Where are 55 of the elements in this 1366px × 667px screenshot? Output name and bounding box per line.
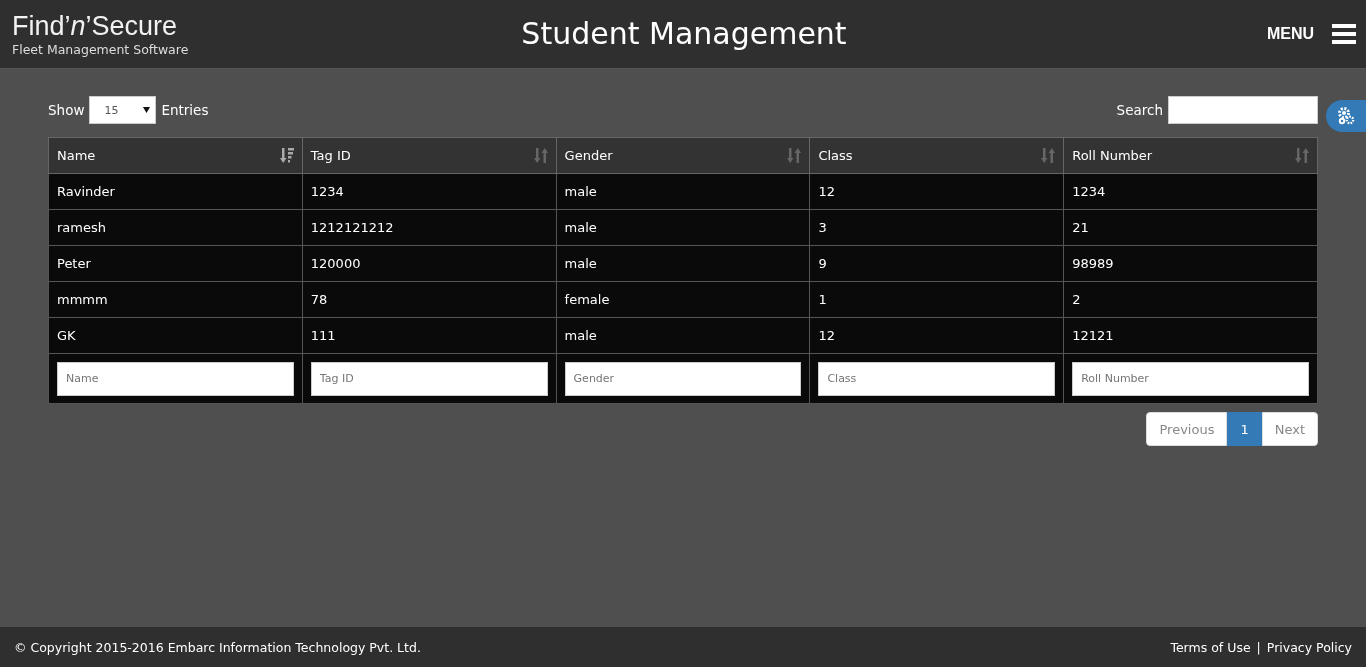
page-size-select[interactable]: 15 bbox=[89, 96, 157, 124]
table-cell: 1234 bbox=[1063, 173, 1318, 210]
table-cell: 9 bbox=[809, 245, 1064, 282]
column-header[interactable]: Class bbox=[809, 137, 1064, 174]
logo: Find’n’Secure bbox=[12, 11, 179, 41]
menu-icon[interactable] bbox=[1332, 24, 1356, 44]
logo-tagline: Fleet Management Software bbox=[12, 42, 190, 57]
filter-field[interactable]: Name bbox=[57, 361, 294, 396]
column-header[interactable]: Tag ID bbox=[302, 137, 557, 174]
page-title: Student Management bbox=[521, 15, 847, 53]
table-cell: Ravinder bbox=[48, 173, 303, 210]
table-cell: 3 bbox=[809, 209, 1064, 246]
column-header[interactable]: Name bbox=[48, 137, 303, 174]
table-cell: female bbox=[556, 281, 810, 318]
table-cell: 12 bbox=[809, 317, 1064, 354]
table-cell: GK bbox=[48, 317, 303, 354]
table-cell: 1 bbox=[809, 281, 1064, 318]
filter-field[interactable]: Tag ID bbox=[310, 361, 548, 396]
copyright-text: © Copyright 2015-2016 Embarc Information Technology Pvt. Ltd. bbox=[14, 639, 421, 655]
filter-field[interactable]: Roll Number bbox=[1072, 361, 1309, 396]
table-cell: 1212121212 bbox=[302, 209, 557, 246]
link-separator: | bbox=[1256, 639, 1261, 655]
table-cell: male bbox=[556, 245, 810, 282]
table-cell: 120000 bbox=[302, 245, 557, 282]
page-button[interactable]: Next bbox=[1261, 412, 1318, 446]
menu-label[interactable]: MENU bbox=[1266, 25, 1314, 43]
filter-field[interactable]: Class bbox=[818, 361, 1056, 396]
table-cell: 2 bbox=[1063, 281, 1318, 318]
page-button[interactable]: Previous bbox=[1146, 412, 1228, 446]
gears-icon bbox=[1336, 106, 1356, 126]
settings-button[interactable] bbox=[1326, 100, 1366, 132]
entries-label: Entries bbox=[161, 102, 209, 118]
column-header[interactable]: Roll Number bbox=[1063, 137, 1318, 174]
table-cell: male bbox=[556, 209, 810, 246]
footer-link[interactable]: Terms of Use bbox=[1170, 639, 1251, 655]
table-cell: mmmm bbox=[48, 281, 303, 318]
table-cell: male bbox=[556, 173, 810, 210]
page-button[interactable]: 1 bbox=[1227, 412, 1262, 446]
column-header[interactable]: Gender bbox=[556, 137, 810, 174]
table-cell: 12121 bbox=[1063, 317, 1318, 354]
table-cell: ramesh bbox=[48, 209, 303, 246]
table-cell: Peter bbox=[48, 245, 303, 282]
table-cell: 12 bbox=[809, 173, 1064, 210]
table-cell: 98989 bbox=[1063, 245, 1318, 282]
table-cell: 1234 bbox=[302, 173, 557, 210]
table-cell: male bbox=[556, 317, 810, 354]
search-field[interactable] bbox=[1168, 96, 1318, 124]
search-label: Search bbox=[1116, 102, 1163, 118]
filter-field[interactable]: Gender bbox=[564, 361, 802, 396]
show-label: Show bbox=[48, 102, 85, 118]
table-cell: 111 bbox=[302, 317, 557, 354]
table-cell: 21 bbox=[1063, 209, 1318, 246]
footer-link[interactable]: Privacy Policy bbox=[1266, 639, 1352, 655]
caret-icon bbox=[143, 107, 151, 113]
table-cell: 78 bbox=[302, 281, 557, 318]
